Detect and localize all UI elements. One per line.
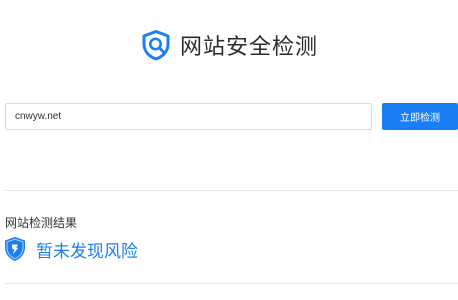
url-input[interactable] — [5, 103, 372, 130]
check-now-button[interactable]: 立即检测 — [382, 103, 458, 130]
shield-search-icon — [142, 30, 170, 61]
page-title: 网站安全检测 — [179, 35, 318, 60]
page-header: 网站安全检测 — [0, 25, 458, 65]
security-check-page: 网站安全检测 立即检测 网站检测结果 暂未发现风险 — [0, 0, 458, 300]
result-status-row: 暂未发现风险 — [4, 235, 138, 263]
divider — [5, 190, 458, 191]
result-status-text: 暂未发现风险 — [36, 241, 138, 262]
divider — [5, 283, 458, 284]
result-heading: 网站检测结果 — [5, 216, 78, 230]
search-bar: 立即检测 — [5, 103, 458, 130]
shield-check-icon — [5, 237, 25, 261]
